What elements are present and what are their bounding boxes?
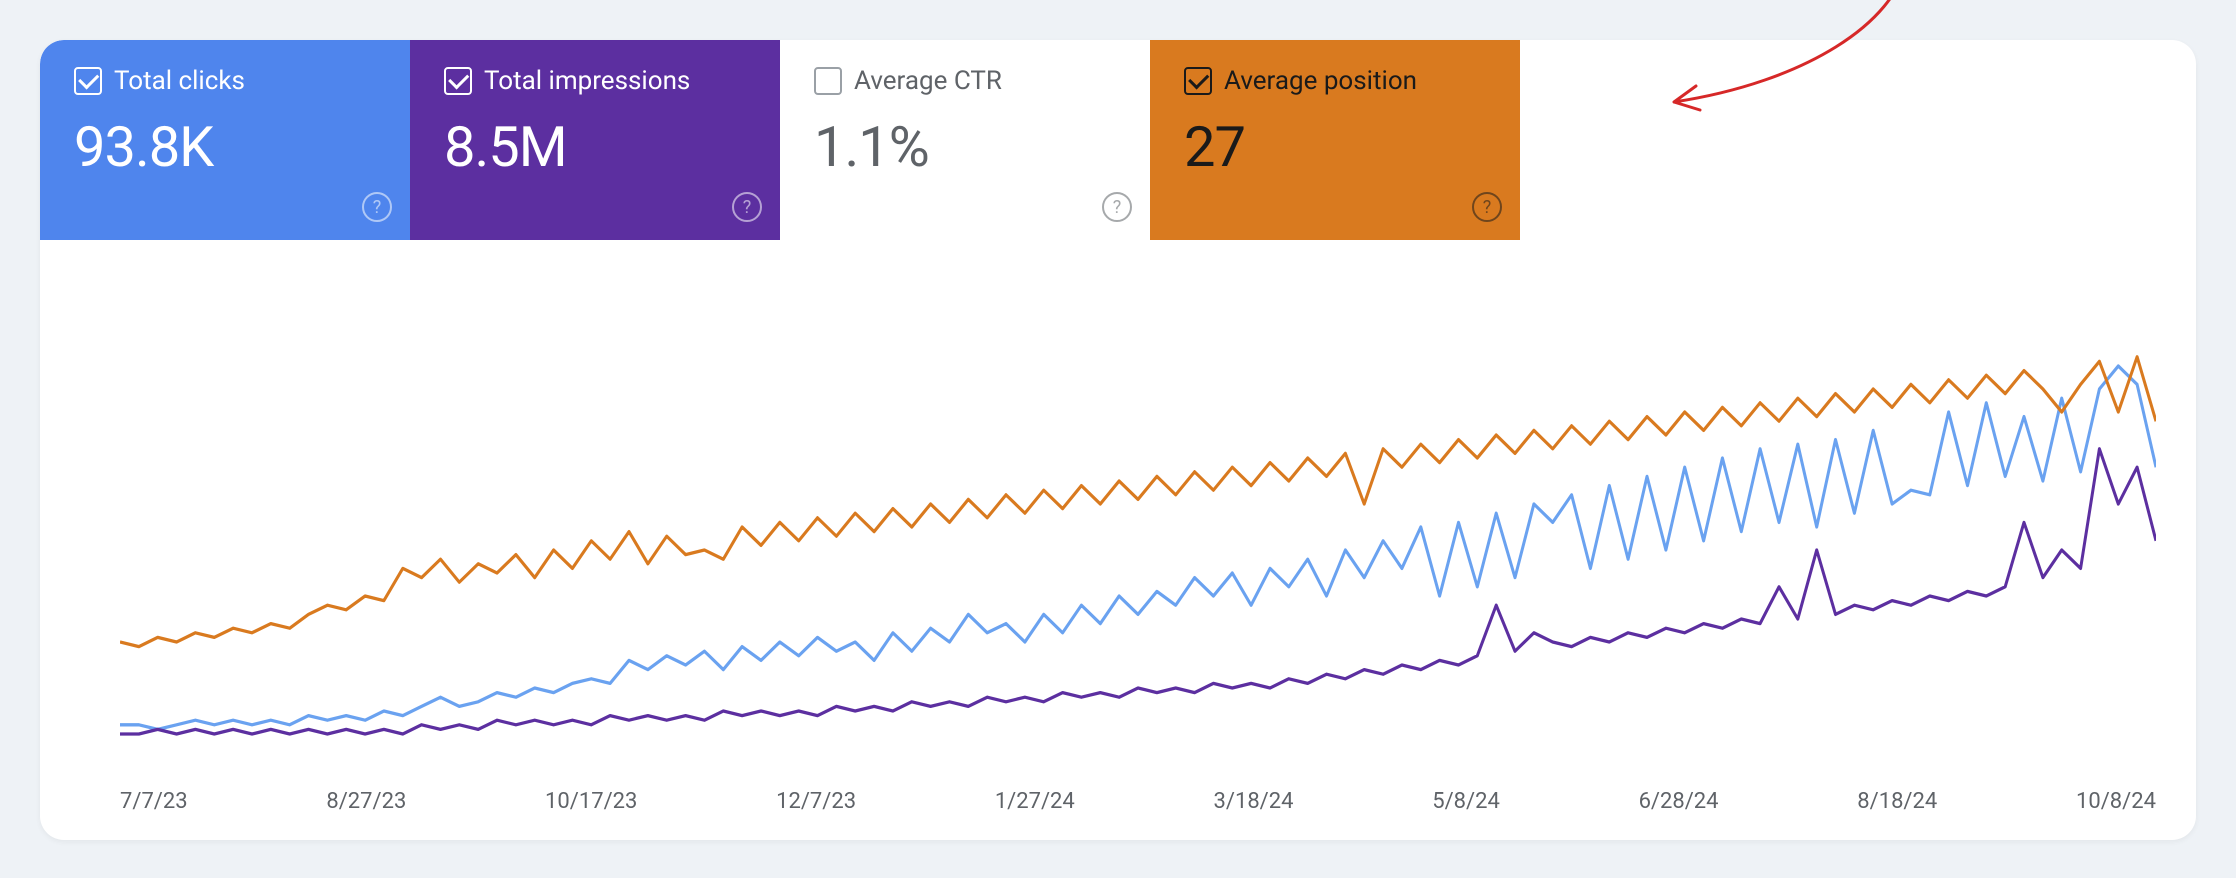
- x-tick: 8/27/23: [326, 789, 406, 814]
- x-tick: 5/8/24: [1432, 789, 1500, 814]
- metric-label: Average CTR: [854, 66, 1002, 96]
- metric-value: 93.8K: [74, 114, 376, 180]
- checkbox-icon: [814, 67, 842, 95]
- help-icon[interactable]: ?: [362, 192, 392, 222]
- help-icon[interactable]: ?: [1102, 192, 1132, 222]
- metric-value: 27: [1184, 114, 1486, 180]
- metric-label: Total clicks: [114, 66, 245, 96]
- line-chart: [120, 320, 2156, 780]
- x-tick: 8/18/24: [1857, 789, 1937, 814]
- checkbox-icon: [1184, 67, 1212, 95]
- x-tick: 12/7/23: [776, 789, 856, 814]
- tab-total-clicks[interactable]: Total clicks 93.8K ?: [40, 40, 410, 240]
- help-icon[interactable]: ?: [732, 192, 762, 222]
- tab-total-impressions[interactable]: Total impressions 8.5M ?: [410, 40, 780, 240]
- help-icon[interactable]: ?: [1472, 192, 1502, 222]
- series-total-clicks: [120, 366, 2156, 729]
- metric-value: 8.5M: [444, 114, 746, 180]
- series-total-impressions: [120, 449, 2156, 734]
- checkbox-icon: [444, 67, 472, 95]
- metric-label: Average position: [1224, 66, 1417, 96]
- metric-label: Total impressions: [484, 66, 690, 96]
- tab-average-ctr[interactable]: Average CTR 1.1% ?: [780, 40, 1150, 240]
- x-tick: 6/28/24: [1639, 789, 1719, 814]
- x-tick: 10/8/24: [2076, 789, 2156, 814]
- performance-card: Total clicks 93.8K ? Total impressions 8…: [40, 40, 2196, 840]
- tab-average-position[interactable]: Average position 27 ?: [1150, 40, 1520, 240]
- checkbox-icon: [74, 67, 102, 95]
- x-axis-labels: 7/7/23 8/27/23 10/17/23 12/7/23 1/27/24 3/18/…: [120, 789, 2156, 814]
- x-tick: 10/17/23: [545, 789, 637, 814]
- x-tick: 3/18/24: [1214, 789, 1294, 814]
- metric-tabs: Total clicks 93.8K ? Total impressions 8…: [40, 40, 2196, 240]
- x-tick: 1/27/24: [995, 789, 1075, 814]
- x-tick: 7/7/23: [120, 789, 188, 814]
- metric-value: 1.1%: [814, 114, 1116, 180]
